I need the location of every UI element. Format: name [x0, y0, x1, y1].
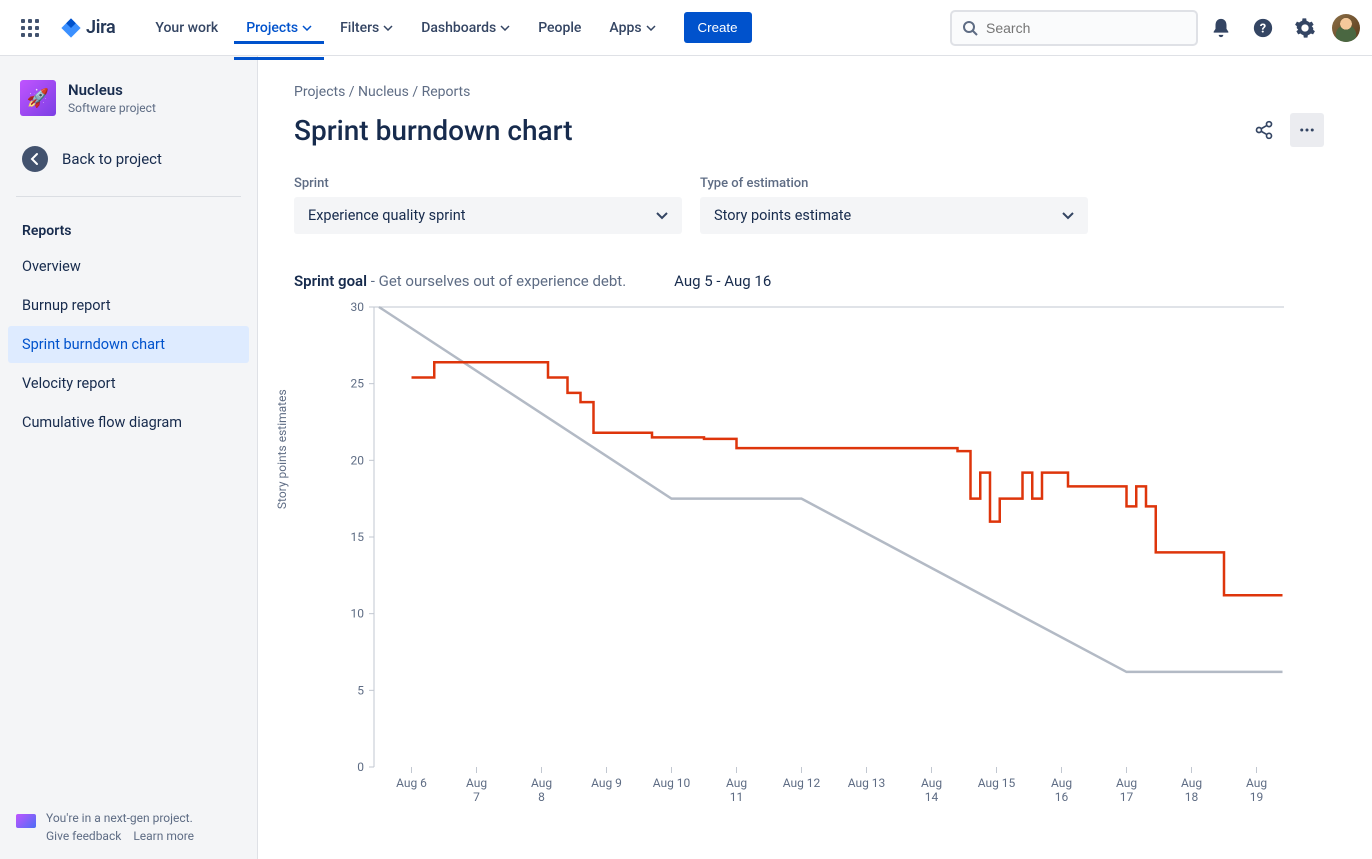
svg-text:Aug 15: Aug 15 — [978, 776, 1016, 790]
page-title: Sprint burndown chart — [294, 114, 1246, 147]
create-button[interactable]: Create — [684, 12, 752, 43]
svg-text:Aug: Aug — [1181, 776, 1202, 790]
estimation-filter-select[interactable]: Story points estimate — [700, 197, 1088, 234]
chevron-down-icon — [656, 212, 668, 220]
svg-text:18: 18 — [1185, 790, 1199, 804]
back-to-project[interactable]: Back to project — [8, 136, 249, 182]
nav-filters[interactable]: Filters — [328, 12, 405, 44]
nextgen-icon — [16, 814, 36, 828]
sprint-goal-label: Sprint goal — [294, 272, 367, 290]
project-header[interactable]: 🚀 Nucleus Software project — [8, 80, 249, 136]
svg-text:Aug 12: Aug 12 — [783, 776, 821, 790]
project-type: Software project — [68, 101, 156, 115]
sprint-filter-select[interactable]: Experience quality sprint — [294, 197, 682, 234]
svg-text:Aug: Aug — [1051, 776, 1072, 790]
give-feedback-link[interactable]: Give feedback — [46, 829, 121, 843]
content: Projects / Nucleus / Reports Sprint burn… — [258, 56, 1372, 859]
svg-text:0: 0 — [357, 760, 364, 774]
svg-text:14: 14 — [925, 790, 939, 804]
nav-dashboards[interactable]: Dashboards — [409, 12, 522, 44]
svg-text:?: ? — [1260, 21, 1266, 36]
search-box[interactable] — [950, 10, 1198, 46]
svg-text:Aug 10: Aug 10 — [653, 776, 691, 790]
notifications-icon[interactable] — [1202, 9, 1240, 47]
project-name: Nucleus — [68, 81, 156, 99]
svg-text:30: 30 — [351, 302, 365, 314]
app-switcher-icon[interactable] — [12, 10, 48, 46]
svg-text:25: 25 — [351, 377, 365, 391]
svg-text:8: 8 — [538, 790, 545, 804]
svg-text:Aug: Aug — [466, 776, 487, 790]
top-navigation: Jira Your work Projects Filters Dashboar… — [0, 0, 1372, 56]
learn-more-link[interactable]: Learn more — [133, 829, 194, 843]
svg-text:Aug 13: Aug 13 — [848, 776, 886, 790]
breadcrumb[interactable]: Projects / Nucleus / Reports — [294, 84, 1324, 100]
svg-text:16: 16 — [1055, 790, 1069, 804]
sidebar-footer: You're in a next-gen project. Give feedb… — [8, 811, 249, 843]
svg-text:20: 20 — [351, 453, 365, 467]
svg-text:Aug 6: Aug 6 — [396, 776, 427, 790]
sidebar: 🚀 Nucleus Software project Back to proje… — [0, 56, 258, 859]
divider — [16, 196, 241, 197]
svg-text:17: 17 — [1120, 790, 1134, 804]
sprint-dates: Aug 5 - Aug 16 — [674, 272, 771, 290]
y-axis-label: Story points estimates — [275, 389, 289, 509]
svg-text:5: 5 — [357, 683, 364, 697]
jira-logo[interactable]: Jira — [52, 17, 123, 39]
svg-text:Aug: Aug — [1246, 776, 1267, 790]
svg-text:7: 7 — [473, 790, 480, 804]
more-actions-button[interactable] — [1290, 113, 1324, 147]
svg-text:19: 19 — [1250, 790, 1264, 804]
jira-logo-text: Jira — [86, 17, 115, 38]
chart-svg: 051015202530Aug 6Aug7Aug8Aug 9Aug 10Aug1… — [294, 302, 1294, 822]
search-icon — [962, 20, 978, 36]
help-icon[interactable]: ? — [1244, 9, 1282, 47]
svg-text:11: 11 — [730, 790, 744, 804]
user-avatar[interactable] — [1332, 14, 1360, 42]
svg-text:Aug: Aug — [921, 776, 942, 790]
search-input[interactable] — [986, 20, 1186, 36]
sidebar-item-velocity[interactable]: Velocity report — [8, 365, 249, 402]
sidebar-item-burnup[interactable]: Burnup report — [8, 287, 249, 324]
nav-your-work[interactable]: Your work — [143, 12, 230, 44]
svg-text:Aug: Aug — [726, 776, 747, 790]
nav-apps[interactable]: Apps — [597, 12, 667, 44]
sidebar-item-overview[interactable]: Overview — [8, 248, 249, 285]
svg-text:Aug 9: Aug 9 — [591, 776, 622, 790]
nav-projects[interactable]: Projects — [234, 12, 324, 44]
svg-text:10: 10 — [351, 607, 365, 621]
nav-items: Your work Projects Filters Dashboards Pe… — [143, 12, 667, 44]
sidebar-section-reports: Reports — [8, 215, 249, 247]
project-avatar: 🚀 — [20, 80, 56, 116]
settings-icon[interactable] — [1286, 9, 1324, 47]
sprint-goal-text: - Get ourselves out of experience debt. — [367, 272, 626, 290]
svg-text:15: 15 — [351, 530, 365, 544]
sidebar-item-cumulative-flow[interactable]: Cumulative flow diagram — [8, 404, 249, 441]
estimation-filter-label: Type of estimation — [700, 176, 1088, 191]
chevron-down-icon — [1062, 212, 1074, 220]
svg-text:Aug: Aug — [1116, 776, 1137, 790]
burndown-chart: Story points estimates 051015202530Aug 6… — [294, 302, 1324, 822]
nav-people[interactable]: People — [526, 12, 593, 44]
sidebar-item-sprint-burndown[interactable]: Sprint burndown chart — [8, 326, 249, 363]
svg-text:Aug: Aug — [531, 776, 552, 790]
sprint-filter-label: Sprint — [294, 176, 682, 191]
share-button[interactable] — [1246, 112, 1282, 148]
back-arrow-icon — [22, 146, 48, 172]
